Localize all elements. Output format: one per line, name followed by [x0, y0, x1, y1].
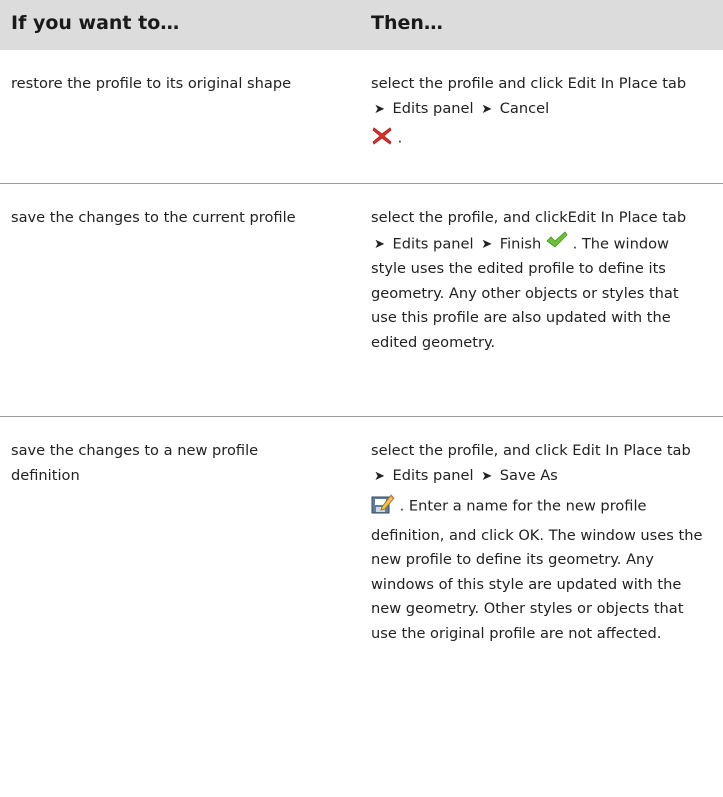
cancel-x-icon	[371, 126, 393, 155]
procedure-table: If you want to… Then… restore the profil…	[0, 0, 723, 797]
finish-check-icon	[546, 230, 568, 258]
then-suffix: .	[397, 129, 403, 147]
arrow-separator-icon: ➤	[481, 101, 493, 117]
panel-name: Edits panel	[392, 466, 474, 484]
command-name: Save As	[499, 466, 558, 484]
panel-name: Edits panel	[392, 99, 474, 117]
arrow-separator-icon: ➤	[481, 468, 493, 484]
arrow-separator-icon: ➤	[481, 236, 493, 252]
header-if-you-want-to: If you want to…	[11, 12, 180, 34]
table-row: save the changes to the current profile …	[0, 184, 723, 417]
if-cell: save the changes to a new profile defini…	[11, 442, 259, 484]
then-suffix: . The window style uses the edited profi…	[371, 234, 679, 351]
if-cell: save the changes to the current profile	[11, 209, 296, 226]
table-row: save the changes to a new profile defini…	[0, 417, 723, 797]
header-then: Then…	[371, 12, 443, 34]
arrow-separator-icon: ➤	[374, 468, 385, 484]
then-suffix: . Enter a name for the new profile defin…	[371, 497, 703, 642]
command-name: Cancel	[499, 99, 550, 117]
command-name: Finish	[499, 234, 542, 252]
save-as-icon	[371, 493, 395, 524]
table-header: If you want to… Then…	[0, 0, 723, 50]
then-cell: select the profile, and clickEdit In Pla…	[371, 206, 706, 355]
if-cell: restore the profile to its original shap…	[11, 75, 292, 92]
then-cell: select the profile, and click Edit In Pl…	[371, 439, 706, 646]
table-row: restore the profile to its original shap…	[0, 50, 723, 184]
then-cell: select the profile and click Edit In Pla…	[371, 72, 706, 155]
panel-name: Edits panel	[392, 234, 474, 252]
arrow-separator-icon: ➤	[374, 236, 385, 252]
then-text: select the profile, and clickEdit In Pla…	[371, 209, 687, 226]
then-text: select the profile, and click Edit In Pl…	[371, 442, 691, 459]
arrow-separator-icon: ➤	[374, 101, 385, 117]
then-text: select the profile and click Edit In Pla…	[371, 75, 687, 92]
